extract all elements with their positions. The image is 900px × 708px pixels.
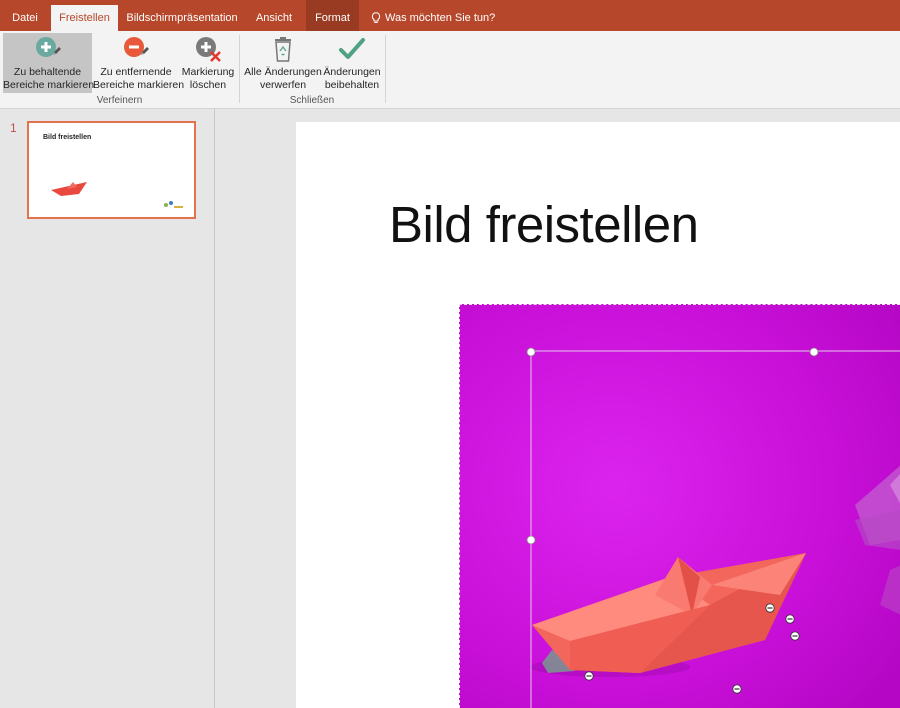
tab-freistellen[interactable]: Freistellen [51, 5, 118, 31]
slide-editing-area: Bild freistellen [216, 109, 900, 708]
group-label-close: Schließen [289, 95, 335, 106]
picture-background-removal[interactable] [459, 304, 900, 708]
tab-bildschirmpraesentation[interactable]: Bildschirmpräsentation [120, 5, 244, 31]
tell-me-label: Was möchten Sie tun? [385, 12, 496, 24]
slide: Bild freistellen [296, 122, 900, 708]
delete-mark-button[interactable]: Markierung löschen [180, 33, 236, 93]
remove-mark[interactable] [790, 631, 800, 641]
mark-keep-label-2: Bereiche markieren [3, 79, 95, 91]
remove-mark[interactable] [584, 671, 594, 681]
ribbon: Zu behaltende Bereiche markieren Zu entf… [0, 31, 900, 109]
tell-me-search[interactable]: Was möchten Sie tun? [371, 5, 495, 31]
tab-datei[interactable]: Datei [0, 5, 50, 31]
slide-title[interactable]: Bild freistellen [389, 195, 699, 254]
delete-mark-label-2: löschen [189, 79, 227, 91]
slide-thumbnail-pane: 1 Bild freistellen [0, 109, 215, 708]
mark-remove-label-1: Zu entfernende [100, 66, 172, 78]
group-separator [385, 35, 386, 103]
thumbnail-boat-image [51, 182, 87, 196]
discard-label-1: Alle Änderungen [244, 66, 322, 78]
remove-mark[interactable] [785, 614, 795, 624]
recycle-bin-icon [275, 37, 291, 62]
group-label-refine: Verfeinern [96, 95, 143, 106]
group-separator [239, 35, 240, 103]
remove-mark[interactable] [732, 684, 742, 694]
minus-circle-pencil-icon [124, 37, 149, 57]
thumbnail-title: Bild freistellen [43, 134, 92, 141]
checkmark-icon [339, 38, 365, 59]
discard-label-2: verwerfen [259, 79, 307, 91]
remove-mark[interactable] [765, 603, 775, 613]
mark-areas-to-keep-button[interactable]: Zu behaltende Bereiche markieren [3, 33, 95, 93]
keep-label-1: Änderungen [323, 66, 381, 78]
logo-icon [164, 201, 183, 208]
ribbon-tab-bar: Datei Freistellen Bildschirmpräsentation… [0, 0, 900, 31]
slide-thumbnail[interactable]: Bild freistellen [27, 121, 196, 219]
delete-mark-label-1: Markierung [181, 66, 235, 78]
photo-content [460, 305, 900, 708]
keep-changes-button[interactable]: Änderungen beibehalten [323, 33, 381, 93]
discard-all-changes-button[interactable]: Alle Änderungen verwerfen [243, 33, 323, 93]
plus-circle-pencil-icon [35, 37, 61, 57]
mark-remove-label-2: Bereiche markieren [93, 79, 185, 91]
slide-number: 1 [10, 121, 17, 135]
tab-format[interactable]: Format [306, 0, 359, 31]
tab-ansicht[interactable]: Ansicht [246, 5, 302, 31]
mark-keep-label-1: Zu behaltende [13, 66, 82, 78]
plus-circle-x-icon [196, 37, 221, 62]
lightbulb-icon [371, 12, 381, 24]
mark-areas-to-remove-button[interactable]: Zu entfernende Bereiche markieren [93, 33, 185, 93]
keep-label-2: beibehalten [324, 79, 380, 91]
